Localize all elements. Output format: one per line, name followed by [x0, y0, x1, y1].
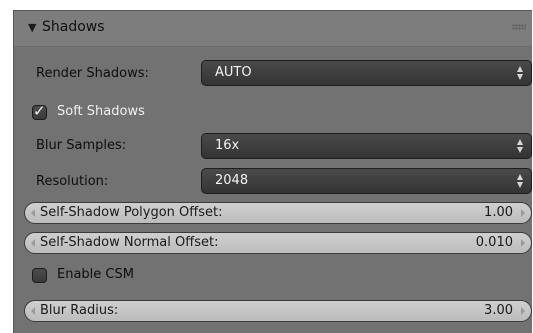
- soft-shadows-checkbox[interactable]: ✓: [32, 102, 47, 120]
- enable-csm-checkbox[interactable]: [32, 268, 47, 283]
- render-shadows-value: AUTO: [215, 65, 252, 80]
- panel-title: Shadows: [42, 19, 105, 35]
- collapse-arrow-icon[interactable]: ▼: [28, 21, 36, 34]
- resolution-label: Resolution:: [36, 174, 109, 189]
- enable-csm-checkbox-row[interactable]: Enable CSM: [32, 267, 212, 289]
- polygon-offset-label: Self-Shadow Polygon Offset:: [40, 205, 223, 220]
- polygon-offset-value: 1.00: [484, 205, 513, 220]
- render-shadows-dropdown[interactable]: AUTO: [201, 60, 532, 86]
- blur-radius-value: 3.00: [484, 303, 513, 318]
- resolution-dropdown[interactable]: 2048: [201, 168, 532, 194]
- normal-offset-slider[interactable]: Self-Shadow Normal Offset: 0.010: [24, 232, 532, 254]
- resolution-value: 2048: [215, 173, 249, 188]
- render-shadows-label: Render Shadows:: [36, 66, 149, 81]
- blur-radius-slider[interactable]: Blur Radius: 3.00: [24, 300, 532, 322]
- soft-shadows-checkbox-row[interactable]: ✓ Soft Shadows: [32, 102, 212, 126]
- panel-header[interactable]: ▼ Shadows: [14, 11, 532, 47]
- shadows-panel: ▼ Shadows Render Shadows: AUTO ✓ Soft Sh…: [13, 10, 532, 333]
- increment-arrow-icon[interactable]: [521, 239, 525, 247]
- increment-arrow-icon[interactable]: [521, 209, 525, 217]
- blur-radius-label: Blur Radius:: [40, 303, 119, 318]
- blur-samples-value: 16x: [215, 138, 240, 153]
- polygon-offset-slider[interactable]: Self-Shadow Polygon Offset: 1.00: [24, 202, 532, 224]
- drag-grip-icon[interactable]: [512, 24, 526, 30]
- soft-shadows-label: Soft Shadows: [57, 104, 145, 119]
- blur-samples-label: Blur Samples:: [36, 138, 127, 153]
- checkmark-icon: ✓: [33, 102, 46, 120]
- normal-offset-label: Self-Shadow Normal Offset:: [40, 235, 219, 250]
- decrement-arrow-icon[interactable]: [31, 307, 35, 315]
- updown-arrows-icon: [517, 137, 524, 155]
- enable-csm-label: Enable CSM: [57, 267, 134, 282]
- decrement-arrow-icon[interactable]: [31, 209, 35, 217]
- blur-samples-dropdown[interactable]: 16x: [201, 133, 532, 159]
- updown-arrows-icon: [517, 64, 524, 82]
- increment-arrow-icon[interactable]: [521, 307, 525, 315]
- decrement-arrow-icon[interactable]: [31, 239, 35, 247]
- updown-arrows-icon: [517, 172, 524, 190]
- normal-offset-value: 0.010: [475, 235, 513, 250]
